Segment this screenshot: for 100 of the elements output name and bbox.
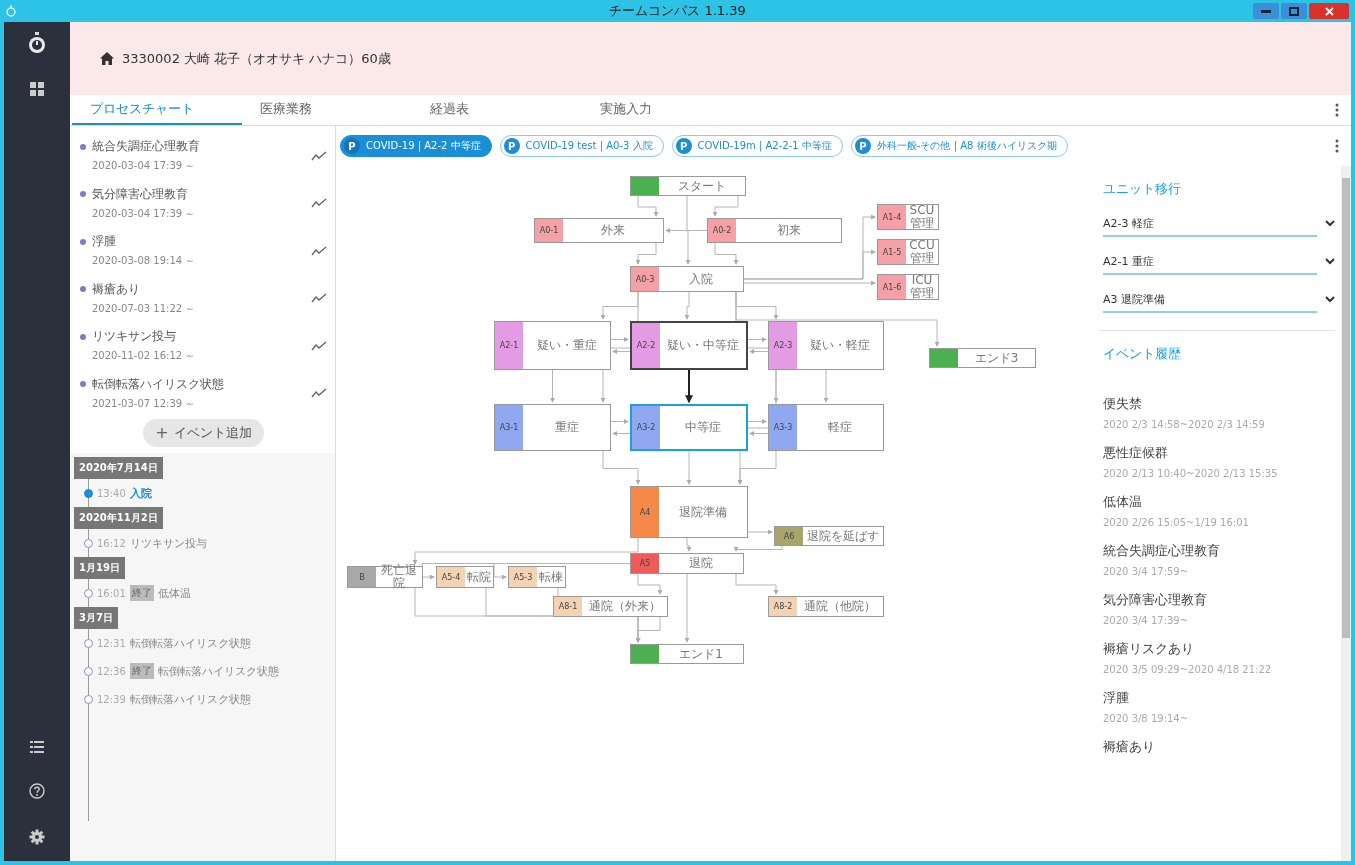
history-title: 便失禁 — [1103, 395, 1143, 413]
process-node[interactable]: エンド3 — [929, 348, 1036, 368]
close-button[interactable] — [1309, 3, 1349, 19]
status-tag: 終了 — [129, 663, 154, 679]
pathway-chip[interactable]: P COVID-19 test | A0-3 入院 — [499, 135, 664, 157]
history-title: 褥瘡あり — [1103, 738, 1156, 756]
trend-icon[interactable] — [311, 388, 327, 399]
process-node[interactable]: A6 退院を延ばす — [774, 526, 884, 546]
event-title: 浮腫 — [92, 233, 116, 251]
process-node[interactable]: A3-2 中等症 — [630, 404, 748, 451]
more-icon[interactable] — [1335, 139, 1339, 153]
unit-code: A8-2 — [769, 597, 797, 616]
app-icon — [6, 5, 16, 17]
trend-icon[interactable] — [311, 245, 327, 256]
chevron-down-icon — [1325, 220, 1335, 227]
unit-code: A1-4 — [878, 205, 906, 229]
unit-code: A4 — [631, 487, 659, 537]
history-period: 2020 2/3 14:58~2020 2/3 14:59 — [1103, 419, 1266, 430]
section-title: イベント履歴 — [1103, 345, 1182, 363]
process-node[interactable]: A8-2 通院（他院） — [768, 596, 884, 617]
dashboard-icon[interactable] — [30, 82, 44, 96]
close-icon — [1324, 6, 1334, 16]
tab[interactable]: 経過表 — [412, 95, 582, 125]
timeline-event[interactable]: リツキサン投与 — [129, 535, 207, 551]
timeline-event[interactable]: 転倒転落ハイリスク状態 — [129, 691, 251, 707]
timeline-event[interactable]: 転倒転落ハイリスク状態 — [157, 663, 279, 679]
window-title: チームコンパス 1.1.39 — [609, 2, 746, 20]
pathway-chip[interactable]: P COVID-19 | A2-2 中等症 — [340, 135, 492, 157]
event-time: 16:12 — [97, 537, 126, 549]
process-node[interactable]: A8-1 通院（外来） — [553, 596, 668, 617]
history-period: 2020 2/13 10:40~2020 2/13 15:35 — [1103, 468, 1279, 479]
status-tag: 終了 — [129, 585, 154, 601]
process-node[interactable]: A3-1 重症 — [494, 404, 611, 451]
event-title: 転倒転落ハイリスク状態 — [92, 375, 224, 393]
history-title: 統合失調症心理教育 — [1103, 542, 1221, 560]
unit-code: A0-3 — [631, 267, 659, 291]
chevron-down-icon — [1325, 258, 1335, 265]
process-node[interactable]: A5-3 転棟 — [508, 566, 566, 588]
event-date: 2020-11-02 16:12 ～ — [91, 349, 197, 364]
tab[interactable]: 医療業務 — [242, 95, 412, 125]
unit-code: A1-6 — [878, 275, 906, 299]
settings-icon[interactable] — [29, 829, 45, 845]
unit-select[interactable]: A2-3 軽症 — [1103, 216, 1317, 237]
event-time: 12:36 — [97, 665, 126, 677]
help-icon[interactable] — [29, 783, 45, 799]
history-title: 悪性症候群 — [1103, 444, 1169, 462]
unit-code: A6 — [775, 527, 803, 545]
event-title: 気分障害心理教育 — [92, 185, 188, 203]
stopwatch-icon[interactable] — [28, 32, 46, 54]
minimize-icon — [1261, 9, 1271, 13]
date-label: 2020年7月14日 — [74, 457, 163, 479]
unit-code: A0-2 — [708, 219, 736, 242]
bullet-icon — [80, 238, 86, 245]
process-node[interactable]: A0-1 外来 — [534, 218, 664, 243]
scrollbar[interactable] — [1341, 166, 1351, 861]
process-node[interactable]: A0-2 初来 — [707, 218, 842, 243]
timeline-event[interactable]: 低体温 — [157, 585, 191, 601]
event-time: 13:40 — [97, 487, 126, 499]
process-node[interactable]: A0-3 入院 — [630, 266, 744, 292]
process-node[interactable]: A5 退院 — [630, 553, 744, 574]
process-node[interactable]: A4 退院準備 — [630, 486, 748, 538]
history-period: 2020 3/5 09:29~2020 4/18 21:22 — [1103, 664, 1273, 675]
process-node[interactable]: A2-2 疑い・中等症 — [630, 321, 748, 370]
event-title: リツキサン投与 — [92, 328, 176, 346]
trend-icon[interactable] — [311, 150, 327, 161]
process-node[interactable]: A2-3 疑い・軽症 — [768, 321, 884, 370]
more-icon[interactable] — [1335, 103, 1339, 117]
chevron-down-icon — [1325, 296, 1335, 303]
process-node[interactable]: A5-4 転院 — [436, 566, 494, 588]
unit-select[interactable]: A3 退院準備 — [1103, 292, 1317, 313]
unit-select[interactable]: A2-1 重症 — [1103, 254, 1317, 275]
minimize-button[interactable] — [1253, 3, 1279, 19]
timeline-event[interactable]: 転倒転落ハイリスク状態 — [129, 635, 251, 651]
trend-icon[interactable] — [311, 293, 327, 304]
unit-code: B — [348, 567, 376, 587]
tab[interactable]: 実施入力 — [582, 95, 752, 125]
unit-code: A3-3 — [769, 405, 797, 450]
history-title: 浮腫 — [1103, 689, 1130, 707]
process-node[interactable]: エンド1 — [630, 644, 744, 664]
process-node[interactable]: A2-1 疑い・重症 — [494, 321, 611, 370]
unit-code: A0-1 — [535, 219, 563, 242]
event-time: 12:31 — [97, 637, 126, 649]
bullet-icon — [80, 191, 86, 198]
timeline-event[interactable]: 入院 — [129, 485, 152, 501]
trend-icon[interactable] — [311, 198, 327, 209]
list-icon[interactable] — [30, 741, 44, 753]
history-period: 2020 3/4 17:59~ — [1103, 566, 1190, 577]
pathway-chip[interactable]: P COVID-19m | A2-2-1 中等症 — [671, 135, 843, 157]
process-node[interactable]: A3-3 軽症 — [768, 404, 884, 451]
unit-code: A5-4 — [437, 567, 465, 587]
process-node[interactable]: スタート — [630, 176, 746, 196]
pathway-chip[interactable]: P 外科一般-その他 | A8 術後ハイリスク期 — [850, 135, 1068, 157]
tab[interactable]: プロセスチャート — [72, 95, 242, 125]
history-period: 2020 3/4 17:39~ — [1103, 615, 1190, 626]
maximize-button[interactable] — [1281, 3, 1307, 19]
home-icon[interactable] — [100, 52, 114, 65]
trend-icon[interactable] — [311, 340, 327, 351]
process-node[interactable]: B 死亡退院 — [347, 566, 423, 588]
history-title: 気分障害心理教育 — [1103, 591, 1208, 609]
add-event-button[interactable]: + イベント追加 — [143, 419, 264, 447]
